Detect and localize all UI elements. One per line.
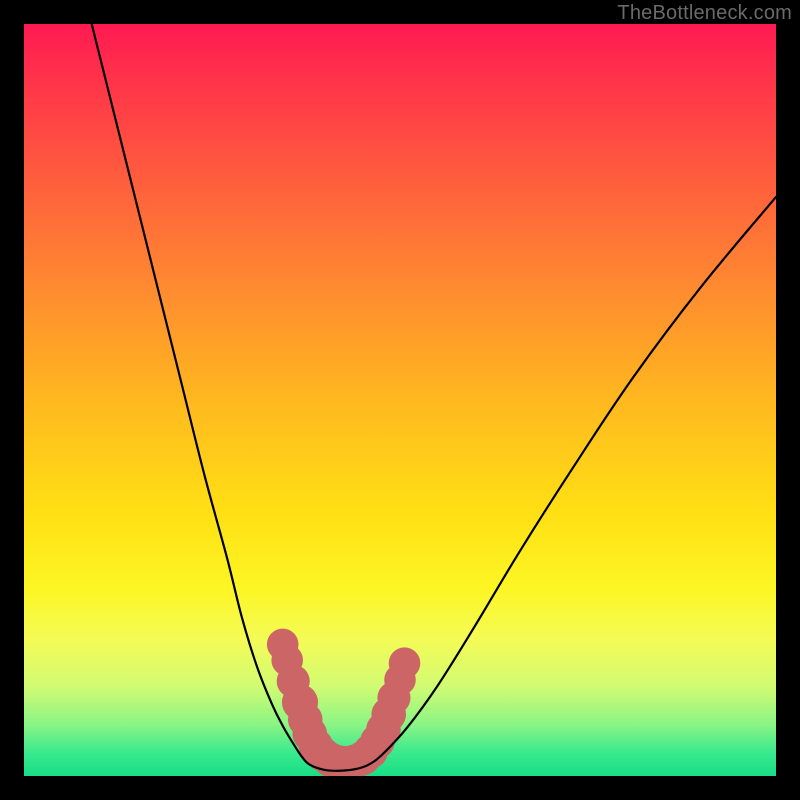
plot-area	[24, 24, 776, 776]
watermark-text: TheBottleneck.com	[617, 2, 792, 25]
curve-layer	[24, 24, 776, 776]
bottleneck-curve	[92, 24, 776, 771]
marker-group	[267, 629, 420, 776]
data-marker	[389, 647, 421, 679]
